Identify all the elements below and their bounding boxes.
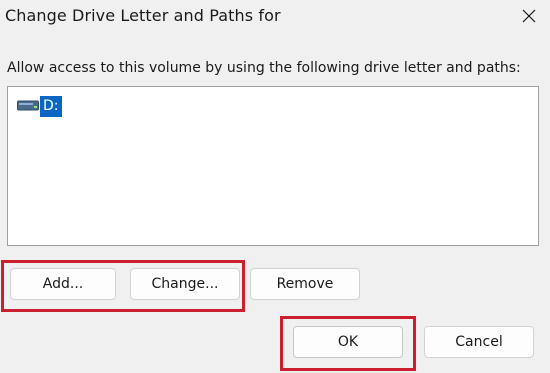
window-title: Change Drive Letter and Paths for: [5, 6, 281, 25]
list-item-drive-d[interactable]: D:: [17, 95, 62, 117]
change-button[interactable]: Change...: [130, 268, 240, 300]
ok-button[interactable]: OK: [293, 326, 403, 358]
close-button[interactable]: [514, 2, 544, 30]
drive-letter-label: D:: [40, 95, 62, 117]
remove-button[interactable]: Remove: [250, 268, 360, 300]
drive-icon: [17, 99, 39, 113]
paths-listbox[interactable]: D:: [7, 86, 539, 246]
instruction-text: Allow access to this volume by using the…: [7, 60, 521, 76]
cancel-button[interactable]: Cancel: [424, 326, 534, 358]
title-bar: Change Drive Letter and Paths for: [0, 0, 550, 34]
add-button[interactable]: Add...: [10, 268, 116, 300]
close-icon: [522, 9, 536, 23]
